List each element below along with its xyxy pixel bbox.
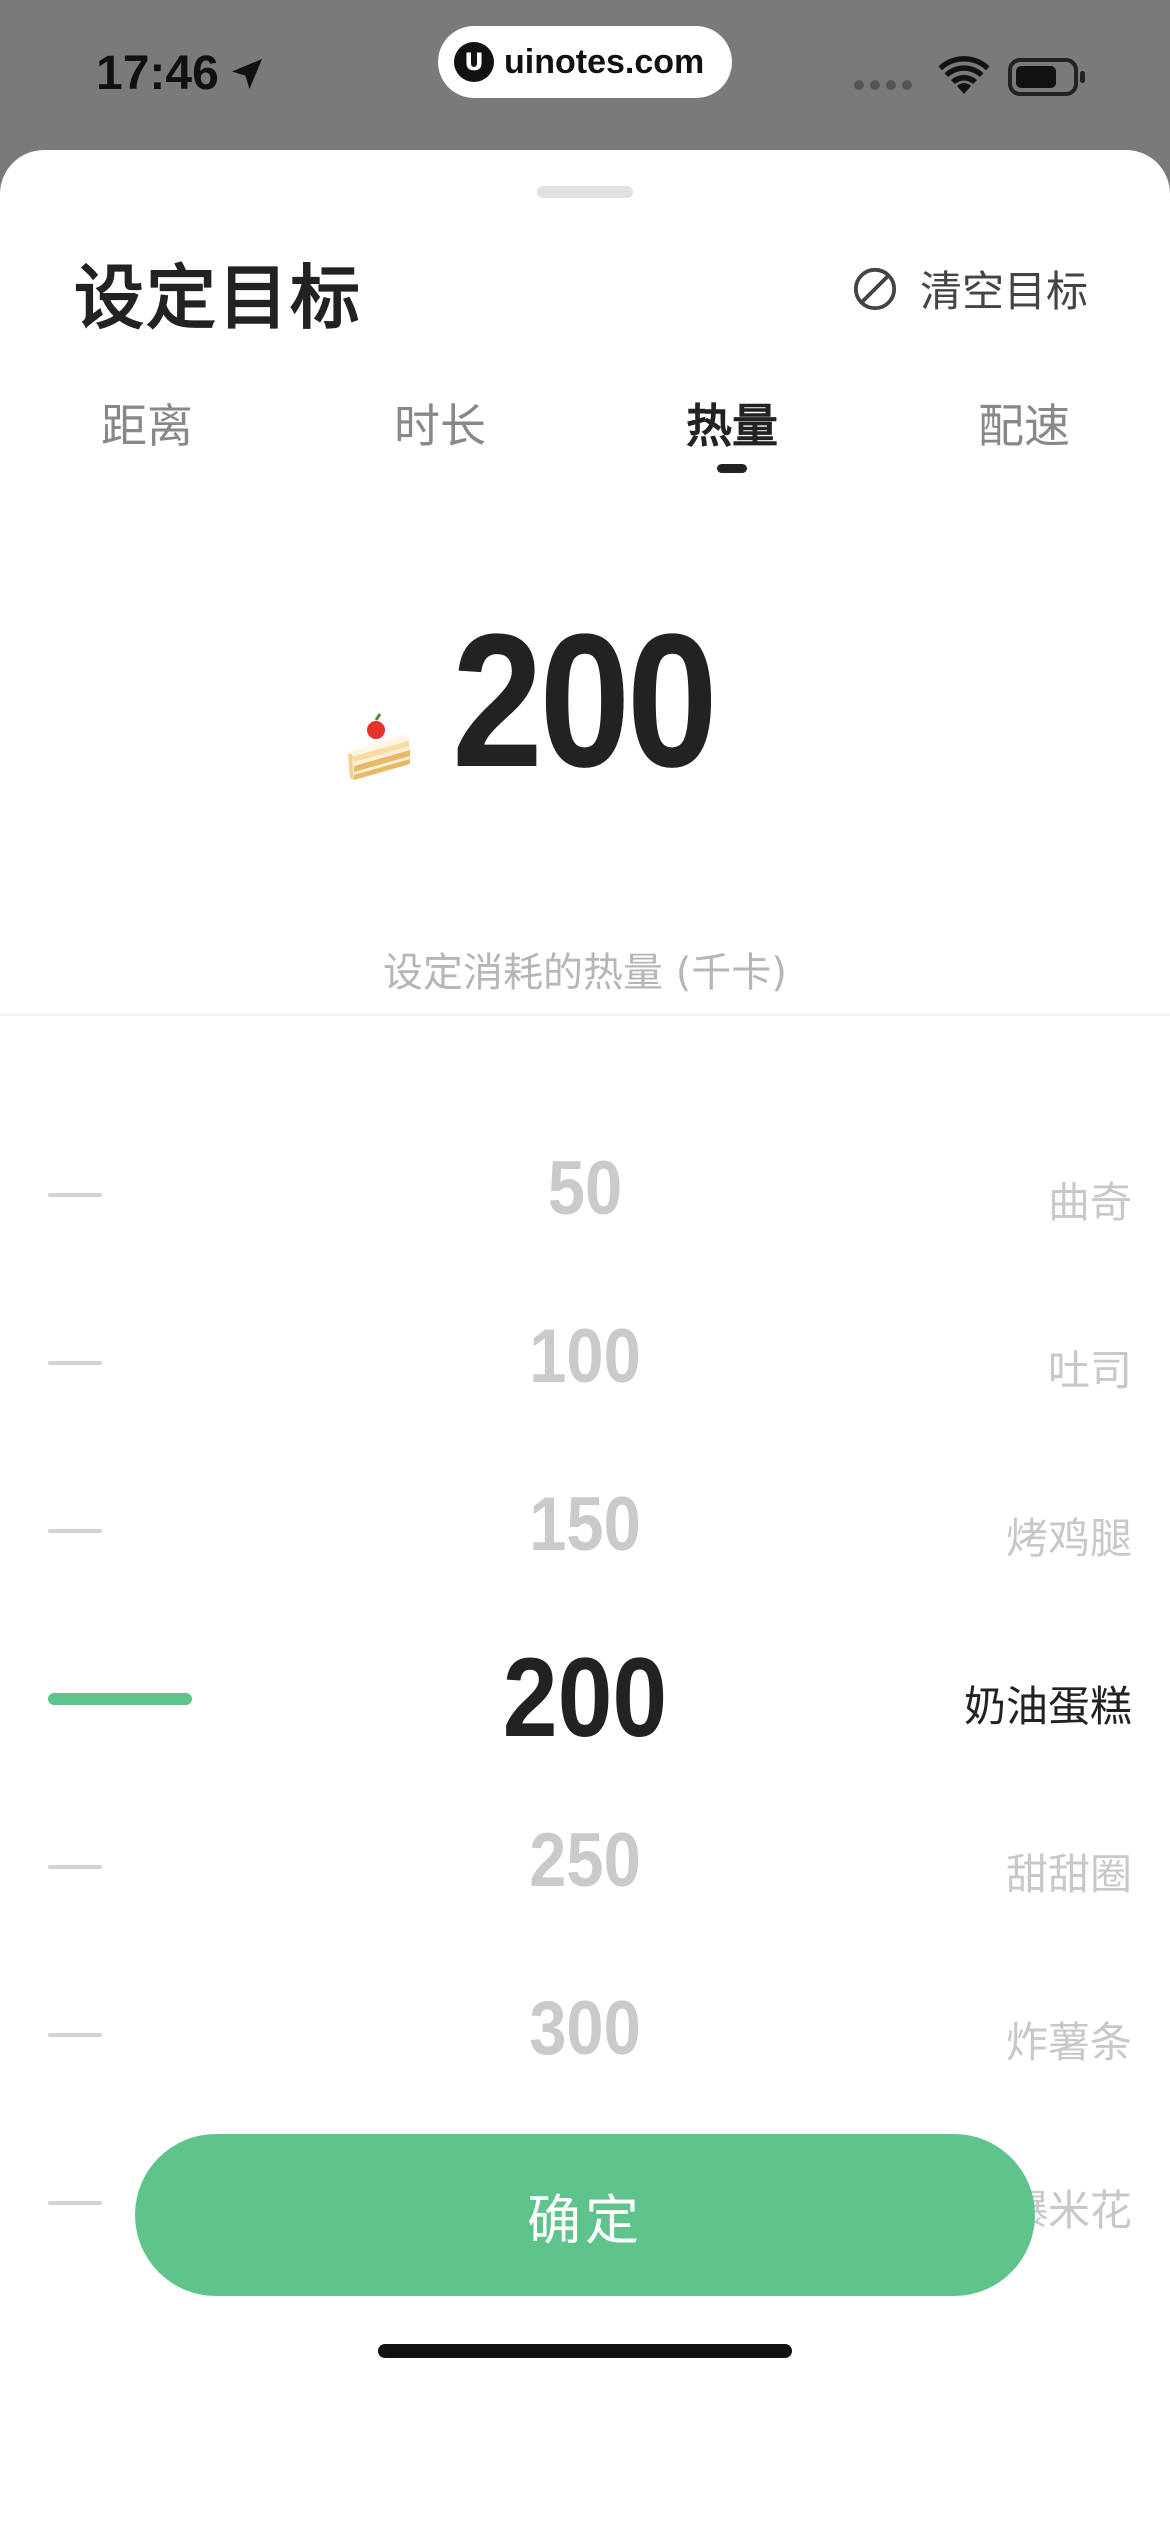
location-arrow-icon: [231, 58, 262, 89]
picker-row[interactable]: 50 曲奇: [0, 1135, 1170, 1255]
picker-row[interactable]: 100 吐司: [0, 1303, 1170, 1423]
picker-food: 吐司: [1047, 1346, 1132, 1395]
url-text: uinotes.com: [504, 42, 705, 81]
picker-value: 300: [529, 1986, 641, 2071]
tab-active-indicator: [717, 464, 747, 473]
picker-value: 100: [529, 1314, 641, 1399]
url-pill[interactable]: U uinotes.com: [438, 26, 732, 98]
picker-food: 烤鸡腿: [1005, 1514, 1132, 1563]
picker-food-selected: 奶油蛋糕: [963, 1682, 1132, 1731]
page-title: 设定目标: [74, 257, 362, 339]
tab-calories[interactable]: 热量: [686, 390, 778, 473]
battery-icon: [1008, 58, 1085, 96]
ban-icon: [853, 267, 897, 310]
picker-value: 150: [529, 1482, 641, 1567]
status-bar: 17:46 U uinotes.com: [0, 0, 1170, 150]
picker-row[interactable]: 300 炸薯条: [0, 1975, 1170, 2095]
picker-row[interactable]: 150 烤鸡腿: [0, 1471, 1170, 1591]
tab-pace[interactable]: 配速: [978, 390, 1070, 456]
picker-value-selected: 200: [502, 1635, 668, 1760]
picker-value: 250: [529, 1818, 641, 1903]
goal-unit-subtitle: 设定消耗的热量 (千卡): [383, 950, 787, 996]
confirm-button[interactable]: 确定: [135, 2134, 1035, 2296]
wifi-icon: [938, 56, 990, 94]
section-divider: [0, 1014, 1170, 1016]
picker-row-selected[interactable]: 200 奶油蛋糕: [0, 1635, 1170, 1760]
tab-label: 配速: [978, 399, 1070, 453]
cake-icon: [348, 713, 412, 780]
picker-row[interactable]: 250 甜甜圈: [0, 1807, 1170, 1927]
picker-food: 甜甜圈: [1005, 1850, 1132, 1899]
picker-value: 50: [547, 1146, 623, 1231]
tab-label: 时长: [394, 399, 486, 453]
picker-food: 炸薯条: [1005, 2018, 1132, 2067]
cellular-signal-icon: [854, 80, 912, 90]
home-indicator: [378, 2344, 792, 2358]
status-time-text: 17:46: [96, 47, 219, 100]
goal-value: 200: [452, 595, 718, 807]
uinotes-logo-icon: U: [454, 42, 494, 82]
sheet-grabber[interactable]: [537, 186, 633, 198]
clear-goal-label: 清空目标: [920, 267, 1089, 316]
clear-goal-button[interactable]: 清空目标: [852, 258, 1088, 319]
tab-label: 热量: [686, 399, 778, 453]
tab-label: 距离: [101, 399, 193, 453]
goal-value-display: 200 设定消耗的热量 (千卡): [0, 595, 1170, 996]
tab-duration[interactable]: 时长: [394, 390, 486, 456]
picker-food: 曲奇: [1047, 1178, 1132, 1227]
goal-sheet: 设定目标 清空目标 距离 时长 热量 配速 200 设定消耗的热量 (千卡) 5…: [0, 150, 1170, 2532]
goal-tabs: 距离 时长 热量 配速: [0, 390, 1170, 473]
status-time: 17:46: [96, 46, 267, 101]
tab-distance[interactable]: 距离: [101, 390, 193, 456]
